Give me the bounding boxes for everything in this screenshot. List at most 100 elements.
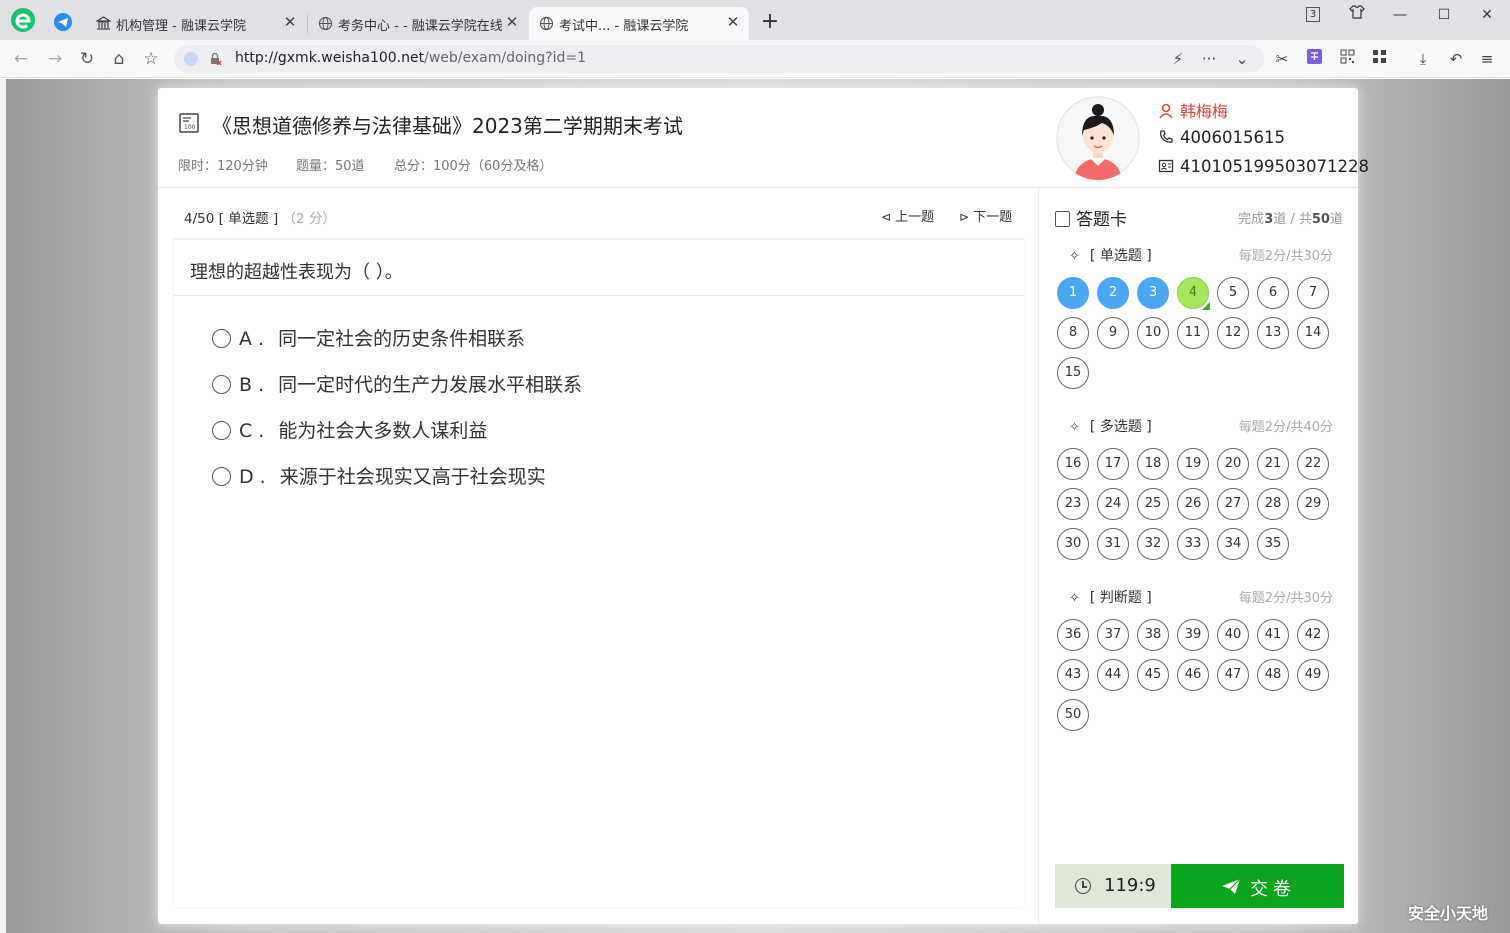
answer-card-icon	[1055, 211, 1070, 227]
tab-close-icon[interactable]: ✕	[280, 12, 300, 32]
option-c[interactable]: C . 能为社会大多数人谋利益	[212, 416, 487, 446]
chevron-down-icon[interactable]: ⌄	[1231, 48, 1253, 70]
translate-icon[interactable]	[1303, 48, 1325, 70]
question-number-button[interactable]: 39	[1177, 619, 1209, 651]
question-number-button[interactable]: 31	[1097, 528, 1129, 560]
more-icon[interactable]: ···	[1198, 48, 1220, 70]
question-number-button[interactable]: 23	[1057, 488, 1089, 520]
new-tab-button[interactable]: +	[758, 11, 782, 35]
question-number-button[interactable]: 50	[1057, 699, 1089, 731]
tab-close-icon[interactable]: ✕	[723, 12, 743, 32]
question-number-button[interactable]: 27	[1217, 488, 1249, 520]
minimize-button[interactable]: —	[1385, 4, 1415, 26]
url-text[interactable]: http://gxmk.weisha100.net/web/exam/doing…	[235, 50, 586, 66]
forward-button[interactable]: →	[44, 48, 66, 70]
question-number-button[interactable]: 42	[1297, 619, 1329, 651]
question-number-button[interactable]: 48	[1257, 659, 1289, 691]
question-number-button[interactable]: 29	[1297, 488, 1329, 520]
question-number-button[interactable]: 45	[1137, 659, 1169, 691]
watermark: 安全小天地	[1408, 904, 1489, 923]
question-number-button[interactable]: 16	[1057, 448, 1089, 480]
download-icon[interactable]: ⤓	[1412, 48, 1434, 70]
menu-icon[interactable]: ≡	[1476, 48, 1498, 70]
lightning-icon[interactable]: ⚡	[1167, 48, 1189, 70]
option-a[interactable]: A . 同一定社会的历史条件相联系	[212, 324, 525, 354]
question-number-button[interactable]: 30	[1057, 528, 1089, 560]
question-number-button[interactable]: 10	[1137, 317, 1169, 349]
browser-logo-icon[interactable]	[10, 7, 36, 33]
question-number-button[interactable]: 33	[1177, 528, 1209, 560]
question-number-button[interactable]: 40	[1217, 619, 1249, 651]
question-number-button[interactable]: 7	[1297, 277, 1329, 309]
question-number-button[interactable]: 3	[1137, 277, 1169, 309]
submit-button[interactable]: 交卷	[1171, 864, 1344, 908]
radio-icon[interactable]	[212, 375, 231, 394]
favorites-icon[interactable]: ☆	[140, 48, 162, 70]
question-number-button[interactable]: 43	[1057, 659, 1089, 691]
home-icon[interactable]: ⌂	[108, 48, 130, 70]
tab-org-management[interactable]: 机构管理 - 融课云学院 ✕	[86, 7, 306, 40]
apps-grid-icon[interactable]	[1368, 48, 1390, 70]
address-bar[interactable]: http://gxmk.weisha100.net/web/exam/doing…	[174, 45, 1264, 73]
question-number-button[interactable]: 8	[1057, 317, 1089, 349]
tab-count-badge[interactable]: 3	[1306, 7, 1320, 22]
user-phone-row: 4006015615	[1158, 128, 1285, 147]
reload-button[interactable]: ↻	[76, 48, 98, 70]
tab-close-icon[interactable]: ✕	[502, 12, 522, 32]
radio-icon[interactable]	[212, 421, 231, 440]
question-number-button[interactable]: 2	[1097, 277, 1129, 309]
question-number-button[interactable]: 12	[1217, 317, 1249, 349]
progress-mid: 道 / 共	[1273, 212, 1312, 227]
option-b[interactable]: B . 同一定时代的生产力发展水平相联系	[212, 370, 582, 400]
question-number-button[interactable]: 28	[1257, 488, 1289, 520]
undo-icon[interactable]: ↶	[1445, 48, 1467, 70]
question-number-button[interactable]: 18	[1137, 448, 1169, 480]
next-question-button[interactable]: ⊳ 下一题	[959, 206, 1012, 225]
question-number-button[interactable]: 34	[1217, 528, 1249, 560]
radio-icon[interactable]	[212, 467, 231, 486]
tab-exam-center[interactable]: 考务中心 - - 融课云学院在线考 ✕	[308, 7, 528, 40]
question-number-button[interactable]: 41	[1257, 619, 1289, 651]
question-number-button[interactable]: 19	[1177, 448, 1209, 480]
radio-icon[interactable]	[212, 329, 231, 348]
question-number-button[interactable]: 26	[1177, 488, 1209, 520]
question-number-button[interactable]: 49	[1297, 659, 1329, 691]
prev-label: 上一题	[895, 210, 935, 225]
question-number-button[interactable]: 1	[1057, 277, 1089, 309]
question-number-button[interactable]: 14	[1297, 317, 1329, 349]
question-index: 4/50 [ 单选题 ] （2 分）	[184, 207, 336, 227]
close-window-button[interactable]: ✕	[1472, 4, 1502, 26]
question-number-button[interactable]: 13	[1257, 317, 1289, 349]
question-number-button[interactable]: 24	[1097, 488, 1129, 520]
question-number-button[interactable]: 32	[1137, 528, 1169, 560]
question-number-button[interactable]: 22	[1297, 448, 1329, 480]
question-number-button[interactable]: 15	[1057, 357, 1089, 389]
question-number-button[interactable]: 46	[1177, 659, 1209, 691]
prev-question-button[interactable]: ⊲ 上一题	[881, 206, 934, 225]
question-number-button[interactable]: 9	[1097, 317, 1129, 349]
question-number-button[interactable]: 36	[1057, 619, 1089, 651]
question-number-button[interactable]: 37	[1097, 619, 1129, 651]
scissors-icon[interactable]: ✂	[1271, 48, 1293, 70]
question-number-button[interactable]: 47	[1217, 659, 1249, 691]
question-number-button[interactable]: 6	[1257, 277, 1289, 309]
back-button[interactable]: ←	[10, 48, 32, 70]
option-text: 同一定社会的历史条件相联系	[278, 328, 526, 350]
skin-icon[interactable]	[1342, 4, 1372, 26]
question-number-button[interactable]: 5	[1217, 277, 1249, 309]
question-number-button[interactable]: 25	[1137, 488, 1169, 520]
option-d[interactable]: D . 来源于社会现实又高于社会现实	[212, 462, 546, 492]
question-number-button[interactable]: 35	[1257, 528, 1289, 560]
question-number-button[interactable]: 17	[1097, 448, 1129, 480]
question-number-button[interactable]: 20	[1217, 448, 1249, 480]
question-number-button[interactable]: 44	[1097, 659, 1129, 691]
question-number-button[interactable]: 21	[1257, 448, 1289, 480]
question-number-button[interactable]: 4	[1177, 277, 1210, 310]
maximize-button[interactable]: ☐	[1429, 4, 1459, 26]
question-number-button[interactable]: 11	[1177, 317, 1209, 349]
tab-exam-doing[interactable]: 考试中... - 融课云学院 ✕	[529, 7, 749, 40]
question-number-button[interactable]: 38	[1137, 619, 1169, 651]
browser-toolbar: ← → ↻ ⌂ ☆ http://gxmk.weisha100.net/web/…	[0, 40, 1510, 78]
telegram-icon[interactable]	[54, 13, 72, 31]
qrcode-icon[interactable]	[1336, 48, 1358, 70]
